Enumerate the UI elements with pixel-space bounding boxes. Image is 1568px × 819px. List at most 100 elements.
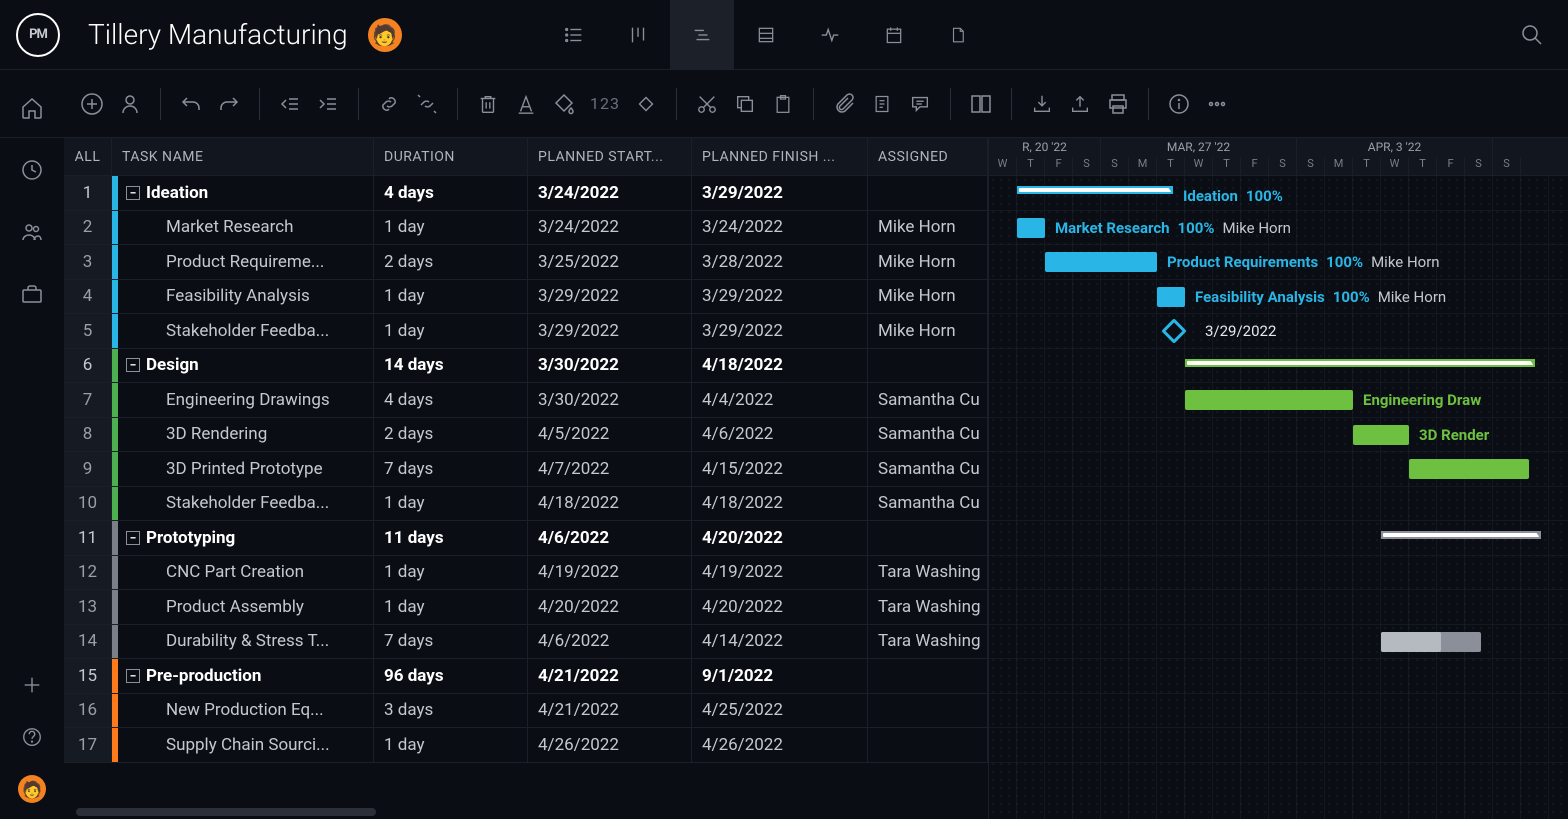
planned-finish-cell[interactable]: 4/18/2022 (692, 349, 868, 383)
planned-finish-cell[interactable]: 4/26/2022 (692, 728, 868, 762)
assigned-cell[interactable]: Mike Horn (868, 245, 988, 279)
text-style-icon[interactable] (514, 92, 538, 116)
planned-start-cell[interactable]: 4/5/2022 (528, 418, 692, 452)
table-row[interactable]: 2 Market Research 1 day 3/24/2022 3/24/2… (64, 211, 988, 246)
table-row[interactable]: 10 Stakeholder Feedba... 1 day 4/18/2022… (64, 487, 988, 522)
planned-start-cell[interactable]: 3/24/2022 (528, 211, 692, 245)
col-header-planned-start[interactable]: PLANNED START... (528, 138, 692, 176)
gantt-bar[interactable]: Market Research 100% Mike Horn (1017, 218, 1045, 238)
planned-start-cell[interactable]: 4/20/2022 (528, 590, 692, 624)
table-row[interactable]: 14 Durability & Stress T... 7 days 4/6/2… (64, 625, 988, 660)
task-name-cell[interactable]: − Ideation (118, 183, 208, 203)
view-list-icon[interactable] (542, 0, 606, 70)
col-header-name[interactable]: TASK NAME (112, 138, 374, 176)
table-row[interactable]: 3 Product Requireme... 2 days 3/25/2022 … (64, 245, 988, 280)
assigned-cell[interactable] (868, 659, 988, 693)
planned-finish-cell[interactable]: 4/25/2022 (692, 694, 868, 728)
planned-finish-cell[interactable]: 4/15/2022 (692, 452, 868, 486)
table-row[interactable]: 4 Feasibility Analysis 1 day 3/29/2022 3… (64, 280, 988, 315)
attachment-icon[interactable] (832, 92, 856, 116)
duration-cell[interactable]: 1 day (374, 556, 528, 590)
duration-cell[interactable]: 1 day (374, 280, 528, 314)
table-row[interactable]: 12 CNC Part Creation 1 day 4/19/2022 4/1… (64, 556, 988, 591)
gantt-bar[interactable] (1409, 459, 1529, 479)
table-row[interactable]: 16 New Production Eq... 3 days 4/21/2022… (64, 694, 988, 729)
planned-finish-cell[interactable]: 4/19/2022 (692, 556, 868, 590)
duration-cell[interactable]: 7 days (374, 452, 528, 486)
assigned-cell[interactable]: Tara Washing (868, 590, 988, 624)
duration-cell[interactable]: 2 days (374, 418, 528, 452)
clock-icon[interactable] (18, 156, 46, 184)
comment-icon[interactable] (908, 92, 932, 116)
assigned-cell[interactable]: Mike Horn (868, 280, 988, 314)
duration-cell[interactable]: 1 day (374, 211, 528, 245)
gantt-bar[interactable]: 3D Render (1353, 425, 1409, 445)
collapse-icon[interactable]: − (126, 669, 140, 683)
assigned-cell[interactable] (868, 176, 988, 210)
search-icon[interactable] (1520, 23, 1544, 47)
view-activity-icon[interactable] (798, 0, 862, 70)
task-name-cell[interactable]: − Design (118, 355, 199, 375)
home-icon[interactable] (18, 94, 46, 122)
import-icon[interactable] (1030, 92, 1054, 116)
task-name-cell[interactable]: CNC Part Creation (118, 562, 304, 582)
horizontal-scrollbar[interactable] (64, 805, 988, 819)
table-row[interactable]: 8 3D Rendering 2 days 4/5/2022 4/6/2022 … (64, 418, 988, 453)
duration-cell[interactable]: 3 days (374, 694, 528, 728)
assigned-cell[interactable]: Samantha Cu (868, 487, 988, 521)
columns-icon[interactable] (969, 92, 993, 116)
info-icon[interactable] (1167, 92, 1191, 116)
planned-start-cell[interactable]: 4/21/2022 (528, 694, 692, 728)
duration-cell[interactable]: 1 day (374, 728, 528, 762)
task-name-cell[interactable]: Stakeholder Feedba... (118, 321, 329, 341)
planned-finish-cell[interactable]: 3/24/2022 (692, 211, 868, 245)
planned-finish-cell[interactable]: 4/20/2022 (692, 521, 868, 555)
duration-cell[interactable]: 7 days (374, 625, 528, 659)
planned-start-cell[interactable]: 3/29/2022 (528, 314, 692, 348)
gantt-body[interactable]: Ideation 100%Market Research 100% Mike H… (989, 176, 1568, 819)
assigned-cell[interactable]: Mike Horn (868, 314, 988, 348)
planned-finish-cell[interactable]: 4/20/2022 (692, 590, 868, 624)
notes-icon[interactable] (870, 92, 894, 116)
planned-start-cell[interactable]: 4/19/2022 (528, 556, 692, 590)
gantt-bar[interactable] (1381, 531, 1541, 539)
table-row[interactable]: 7 Engineering Drawings 4 days 3/30/2022 … (64, 383, 988, 418)
planned-start-cell[interactable]: 3/30/2022 (528, 383, 692, 417)
app-logo[interactable]: PM (16, 13, 60, 57)
unlink-icon[interactable] (415, 92, 439, 116)
planned-finish-cell[interactable]: 4/6/2022 (692, 418, 868, 452)
assigned-cell[interactable] (868, 349, 988, 383)
planned-finish-cell[interactable]: 3/29/2022 (692, 280, 868, 314)
project-owner-avatar[interactable]: 🧑 (368, 18, 402, 52)
assigned-cell[interactable] (868, 694, 988, 728)
planned-start-cell[interactable]: 3/25/2022 (528, 245, 692, 279)
planned-finish-cell[interactable]: 3/29/2022 (692, 176, 868, 210)
view-board-icon[interactable] (606, 0, 670, 70)
gantt-bar[interactable]: Feasibility Analysis 100% Mike Horn (1157, 287, 1185, 307)
task-name-cell[interactable]: Stakeholder Feedba... (118, 493, 329, 513)
undo-icon[interactable] (179, 92, 203, 116)
planned-start-cell[interactable]: 4/6/2022 (528, 625, 692, 659)
gantt-bar[interactable] (1185, 359, 1535, 367)
collapse-icon[interactable]: − (126, 358, 140, 372)
view-sheet-icon[interactable] (734, 0, 798, 70)
plus-icon[interactable] (18, 671, 46, 699)
delete-icon[interactable] (476, 92, 500, 116)
gantt-bar[interactable] (1381, 632, 1481, 652)
planned-finish-cell[interactable]: 4/18/2022 (692, 487, 868, 521)
table-row[interactable]: 11 − Prototyping 11 days 4/6/2022 4/20/2… (64, 521, 988, 556)
duration-cell[interactable]: 96 days (374, 659, 528, 693)
planned-finish-cell[interactable]: 4/4/2022 (692, 383, 868, 417)
task-name-cell[interactable]: Product Requireme... (118, 252, 324, 272)
people-icon[interactable] (18, 218, 46, 246)
duration-cell[interactable]: 1 day (374, 590, 528, 624)
task-name-cell[interactable]: Durability & Stress T... (118, 631, 329, 651)
fill-color-icon[interactable] (552, 92, 576, 116)
table-row[interactable]: 5 Stakeholder Feedba... 1 day 3/29/2022 … (64, 314, 988, 349)
planned-start-cell[interactable]: 4/6/2022 (528, 521, 692, 555)
col-header-assigned[interactable]: ASSIGNED (868, 138, 988, 176)
gantt-milestone[interactable] (1161, 318, 1186, 343)
planned-start-cell[interactable]: 4/21/2022 (528, 659, 692, 693)
view-file-icon[interactable] (926, 0, 990, 70)
paste-icon[interactable] (771, 92, 795, 116)
